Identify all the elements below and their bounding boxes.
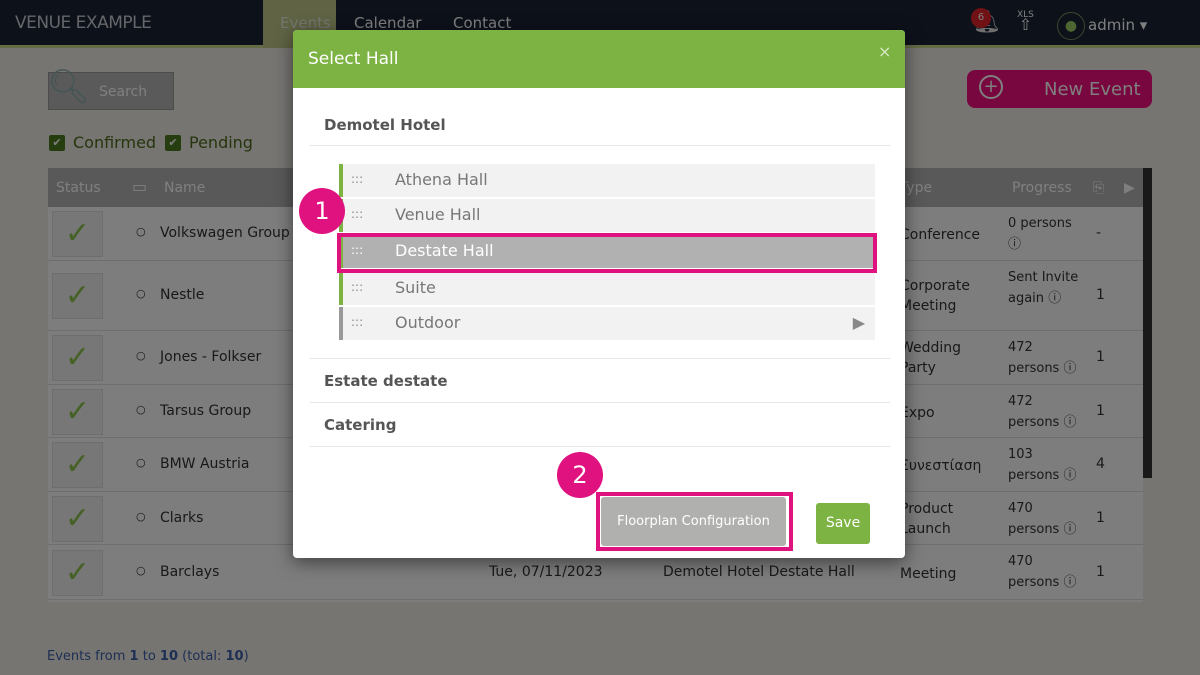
drag-handle-icon[interactable]: ::: bbox=[351, 280, 363, 294]
hall-name: Venue Hall bbox=[395, 205, 481, 224]
highlight-box-selected-hall bbox=[337, 233, 877, 273]
divider bbox=[310, 446, 890, 447]
drag-handle-icon[interactable]: ::: bbox=[351, 207, 363, 221]
hall-name: Suite bbox=[395, 278, 436, 297]
hall-item[interactable]: ::: Venue Hall bbox=[339, 199, 875, 232]
modal-title: Select Hall bbox=[308, 49, 399, 69]
close-icon[interactable]: × bbox=[878, 42, 891, 61]
highlight-box-floorplan bbox=[596, 492, 793, 551]
divider bbox=[310, 145, 890, 146]
drag-handle-icon[interactable]: ::: bbox=[351, 172, 363, 186]
hall-item[interactable]: ::: Outdoor ▶ bbox=[339, 307, 875, 340]
hall-name: Outdoor bbox=[395, 313, 461, 332]
step-marker-1: 1 bbox=[299, 188, 345, 234]
step-marker-2: 2 bbox=[557, 452, 603, 498]
divider bbox=[310, 358, 890, 359]
hall-item[interactable]: ::: Suite bbox=[339, 272, 875, 305]
expand-arrow-icon[interactable]: ▶ bbox=[853, 313, 865, 332]
group-estate-destate[interactable]: Estate destate bbox=[324, 372, 448, 390]
drag-handle-icon[interactable]: ::: bbox=[351, 315, 363, 329]
group-demotel-hotel[interactable]: Demotel Hotel bbox=[324, 116, 446, 134]
hall-name: Athena Hall bbox=[395, 170, 488, 189]
save-button[interactable]: Save bbox=[816, 503, 870, 544]
modal-header: Select Hall × bbox=[293, 30, 905, 88]
group-catering[interactable]: Catering bbox=[324, 416, 396, 434]
hall-item[interactable]: ::: Athena Hall bbox=[339, 164, 875, 197]
divider bbox=[310, 402, 890, 403]
